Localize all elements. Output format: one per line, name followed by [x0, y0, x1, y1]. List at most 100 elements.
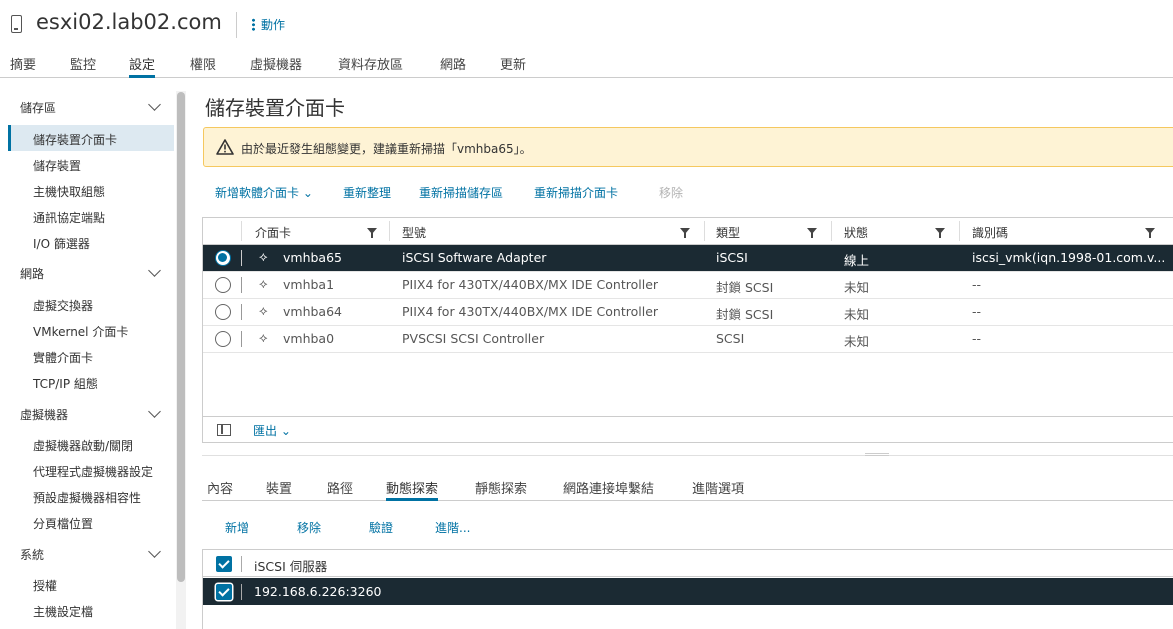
tab-monitor[interactable]: 監控 — [70, 54, 96, 78]
host-header: esxi02.lab02.com 動作 — [0, 0, 1173, 48]
sidebar-item-io-filters[interactable]: I/O 篩選器 — [33, 235, 90, 252]
row-radio[interactable] — [215, 304, 231, 320]
sidebar-item-storage-adapters[interactable]: 儲存裝置介面卡 — [33, 131, 117, 148]
column-divider — [831, 221, 832, 241]
advanced-button[interactable]: 進階... — [435, 519, 470, 536]
cell-status: 未知 — [844, 307, 870, 322]
grid-footer: 匯出 ⌄ — [203, 416, 1173, 443]
tab-dynamic-discovery[interactable]: 動態探索 — [386, 478, 439, 501]
sidebar-item-virtual-switches[interactable]: 虛擬交換器 — [33, 297, 93, 314]
detail-tabs: 內容 裝置 路徑 動態探索 靜態探索 網路連接埠繫結 進階選項 — [202, 472, 1173, 501]
column-header-identifier[interactable]: 識別碼 — [972, 224, 1008, 241]
sidebar-item-swap-location[interactable]: 分頁檔位置 — [33, 515, 93, 532]
tab-static-discovery[interactable]: 靜態探索 — [475, 478, 527, 501]
kebab-icon — [252, 18, 255, 31]
chevron-down-icon[interactable] — [148, 98, 161, 111]
grid-header: iSCSI 伺服器 — [203, 550, 1173, 577]
verify-button[interactable]: 驗證 — [369, 519, 393, 536]
tab-updates[interactable]: 更新 — [500, 54, 526, 78]
tab-port-binding[interactable]: 網路連接埠繫結 — [563, 478, 654, 501]
column-divider — [241, 556, 242, 572]
filter-icon[interactable] — [1145, 228, 1155, 238]
tab-paths[interactable]: 路徑 — [327, 478, 353, 501]
sidebar-item-agent-vm[interactable]: 代理程式虛擬機器設定 — [33, 463, 153, 480]
row-divider — [241, 304, 242, 320]
tab-vms[interactable]: 虛擬機器 — [250, 54, 302, 78]
header-divider — [236, 12, 237, 38]
iscsi-server-grid: iSCSI 伺服器 192.168.6.226:3260 — [202, 549, 1173, 629]
tab-configure[interactable]: 設定 — [129, 54, 156, 78]
cell-iscsi-server: 192.168.6.226:3260 — [254, 584, 382, 599]
table-row[interactable]: 192.168.6.226:3260 — [203, 578, 1173, 605]
sidebar-section-system[interactable]: 系統 — [20, 546, 44, 563]
cell-model: iSCSI Software Adapter — [402, 250, 547, 265]
rescan-adapter-button[interactable]: 重新掃描介面卡 — [534, 184, 618, 201]
select-all-checkbox[interactable] — [216, 556, 232, 572]
sidebar-section-networking[interactable]: 網路 — [20, 265, 44, 282]
cell-adapter: vmhba1 — [283, 277, 335, 292]
table-row[interactable]: ⟡ vmhba65 iSCSI Software Adapter iSCSI 線… — [203, 245, 1173, 272]
sidebar-item-physical-adapters[interactable]: 實體介面卡 — [33, 349, 93, 366]
sidebar-item-vm-startup[interactable]: 虛擬機器啟動/關閉 — [33, 437, 133, 454]
filter-icon[interactable] — [367, 228, 377, 238]
sidebar-item-storage-devices[interactable]: 儲存裝置 — [33, 157, 81, 174]
filter-icon[interactable] — [680, 228, 690, 238]
chevron-down-icon[interactable] — [148, 264, 161, 277]
column-divider — [959, 221, 960, 241]
column-header-status[interactable]: 狀態 — [844, 224, 868, 241]
rescan-storage-button[interactable]: 重新掃描儲存區 — [419, 184, 503, 201]
sidebar-scrollbar-thumb[interactable] — [177, 92, 185, 582]
row-checkbox[interactable] — [216, 584, 232, 600]
resize-handle[interactable] — [865, 453, 889, 456]
tab-advanced-options[interactable]: 進階選項 — [692, 478, 744, 501]
row-divider — [241, 277, 242, 293]
filter-icon[interactable] — [807, 228, 817, 238]
sidebar-item-licensing[interactable]: 授權 — [33, 577, 57, 594]
chevron-down-icon[interactable] — [148, 545, 161, 558]
column-header-adapter[interactable]: 介面卡 — [255, 224, 291, 241]
row-radio[interactable] — [215, 277, 231, 293]
remove-adapter-button[interactable]: 移除 — [659, 184, 683, 201]
tab-permissions[interactable]: 權限 — [190, 54, 216, 78]
export-button[interactable]: 匯出 ⌄ — [253, 422, 291, 439]
row-radio[interactable] — [215, 250, 231, 266]
cell-identifier: iscsi_vmk(iqn.1998-01.com.v... — [972, 250, 1166, 265]
cell-status: 未知 — [844, 280, 870, 295]
cell-model: PVSCSI SCSI Controller — [402, 331, 545, 346]
column-header-type[interactable]: 類型 — [716, 224, 740, 241]
tab-devices[interactable]: 裝置 — [266, 478, 292, 501]
sidebar-item-protocol-endpoints[interactable]: 通訊協定端點 — [33, 209, 105, 226]
sidebar-item-vmkernel-adapters[interactable]: VMkernel 介面卡 — [33, 323, 128, 340]
add-software-adapter-button[interactable]: 新增軟體介面卡 ⌄ — [215, 184, 313, 201]
column-toggle-icon[interactable] — [217, 424, 231, 436]
chevron-down-icon[interactable] — [148, 405, 161, 418]
filter-icon[interactable] — [935, 228, 945, 238]
adapter-icon: ⟡ — [259, 277, 268, 292]
table-row[interactable]: ⟡ vmhba0 PVSCSI SCSI Controller SCSI 未知 … — [203, 326, 1173, 353]
column-header-iscsi-server: iSCSI 伺服器 — [254, 559, 328, 574]
cell-identifier: -- — [972, 277, 982, 292]
tab-properties[interactable]: 內容 — [207, 478, 233, 501]
adapter-icon: ⟡ — [259, 304, 268, 319]
actions-menu[interactable]: 動作 — [252, 16, 285, 33]
tab-summary[interactable]: 摘要 — [10, 54, 36, 78]
remove-button[interactable]: 移除 — [297, 519, 321, 536]
add-software-adapter-label: 新增軟體介面卡 — [215, 186, 300, 200]
export-label: 匯出 — [253, 424, 278, 438]
add-button[interactable]: 新增 — [225, 519, 249, 536]
table-row[interactable]: ⟡ vmhba64 PIIX4 for 430TX/440BX/MX IDE C… — [203, 299, 1173, 326]
cell-type: 封鎖 SCSI — [716, 280, 774, 295]
sidebar-item-tcpip[interactable]: TCP/IP 組態 — [33, 375, 98, 392]
sidebar-item-host-profile[interactable]: 主機設定檔 — [33, 603, 93, 620]
tab-datastores[interactable]: 資料存放區 — [338, 54, 403, 78]
sidebar-item-host-cache[interactable]: 主機快取組態 — [33, 183, 105, 200]
sidebar-section-storage[interactable]: 儲存區 — [20, 99, 56, 116]
tab-networks[interactable]: 網路 — [440, 54, 466, 78]
sidebar-section-vms[interactable]: 虛擬機器 — [20, 406, 68, 423]
sidebar-item-default-compat[interactable]: 預設虛擬機器相容性 — [33, 489, 141, 506]
refresh-button[interactable]: 重新整理 — [343, 184, 391, 201]
row-radio[interactable] — [215, 331, 231, 347]
column-divider — [704, 221, 705, 241]
column-header-model[interactable]: 型號 — [402, 224, 426, 241]
table-row[interactable]: ⟡ vmhba1 PIIX4 for 430TX/440BX/MX IDE Co… — [203, 272, 1173, 299]
